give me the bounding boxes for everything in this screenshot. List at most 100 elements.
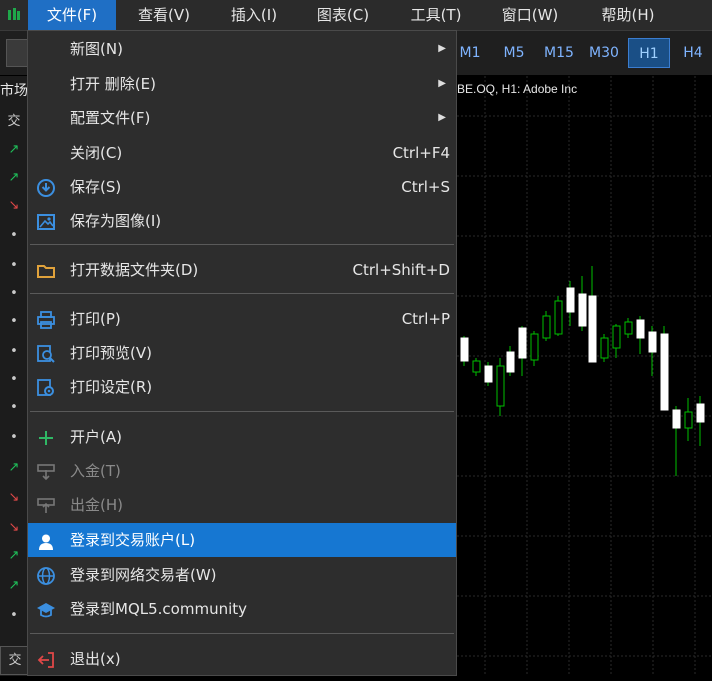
menu-item-label: 打开数据文件夹(D): [70, 261, 199, 279]
menu-item-open-delete[interactable]: 打开 删除(E) ▶: [28, 68, 456, 100]
candle-body: [484, 365, 493, 383]
candle-body: [554, 300, 563, 335]
price-chart[interactable]: [457, 76, 712, 676]
candle-body: [578, 293, 587, 327]
submenu-arrow-icon: ▶: [438, 78, 446, 89]
timeframe-m5[interactable]: M5: [496, 38, 532, 68]
menu-view[interactable]: 查看(V): [116, 0, 212, 30]
shortcut-label: Ctrl+P: [401, 310, 450, 328]
timeframe-h1[interactable]: H1: [628, 38, 670, 68]
dot-icon: •: [10, 400, 18, 415]
menu-insert[interactable]: 插入(I): [212, 0, 296, 30]
menu-item-label: 配置文件(F): [70, 109, 151, 127]
toolbar-button[interactable]: [6, 39, 28, 67]
dot-icon: •: [10, 608, 18, 623]
menu-item-close[interactable]: 关闭(C) Ctrl+F4: [28, 137, 456, 169]
exit-icon: [36, 649, 56, 669]
menu-file[interactable]: 文件(F): [28, 0, 116, 30]
timeframe-m15[interactable]: M15: [538, 38, 580, 68]
candle-body: [672, 409, 681, 429]
chart-grid: [457, 76, 712, 676]
candles: [460, 266, 705, 476]
timeframe-h4[interactable]: H4: [676, 38, 710, 68]
dot-icon: •: [10, 372, 18, 387]
menu-item-label: 打印(P): [70, 310, 121, 328]
menu-item-login-account[interactable]: 登录到交易账户(L): [28, 523, 456, 557]
menu-item-label: 登录到MQL5.community: [70, 600, 248, 618]
menu-item-open-data-folder[interactable]: 打开数据文件夹(D) Ctrl+Shift+D: [28, 254, 456, 286]
menu-window[interactable]: 窗口(W): [482, 0, 578, 30]
menu-separator: [30, 633, 454, 634]
candle-body: [588, 295, 597, 363]
dot-icon: •: [10, 228, 18, 243]
menu-item-login-mql5[interactable]: 登录到MQL5.community: [28, 593, 456, 625]
file-menu-dropdown: 新图(N) ▶ 打开 删除(E) ▶ 配置文件(F) ▶ 关闭(C) Ctrl+…: [27, 30, 457, 676]
menu-item-open-account[interactable]: 开户(A): [28, 421, 456, 453]
candle-body: [648, 331, 657, 353]
menu-item-label: 打印设定(R): [70, 378, 153, 396]
dot-icon: •: [10, 286, 18, 301]
menu-separator: [30, 293, 454, 294]
candle-body: [660, 333, 669, 411]
candle-body: [506, 351, 515, 373]
folder-icon: [36, 260, 56, 280]
candle-body: [530, 333, 539, 361]
trend-down-icon: ↘: [8, 520, 20, 535]
menu-charts[interactable]: 图表(C): [296, 0, 390, 30]
candle-body: [696, 403, 705, 423]
menu-item-label: 保存为图像(I): [70, 212, 162, 230]
menu-item-login-web[interactable]: 登录到网络交易者(W): [28, 559, 456, 591]
menu-help[interactable]: 帮助(H): [578, 0, 678, 30]
chart-title: BE.OQ, H1: Adobe Inc: [457, 82, 578, 96]
panel-title: 市场: [0, 83, 28, 99]
menu-separator: [30, 411, 454, 412]
candle-body: [496, 365, 505, 407]
candle-body: [600, 337, 609, 359]
chart-canvas: [457, 76, 712, 676]
menu-item-print-setup[interactable]: 打印设定(R): [28, 371, 456, 403]
menu-item-withdraw: 出金(H): [28, 489, 456, 521]
menu-item-save[interactable]: 保存(S) Ctrl+S: [28, 171, 456, 203]
image-icon: [36, 211, 56, 231]
dot-icon: •: [10, 430, 18, 445]
shortcut-label: Ctrl+S: [401, 178, 450, 196]
plus-icon: [36, 427, 56, 447]
dot-icon: •: [10, 258, 18, 273]
menu-item-profiles[interactable]: 配置文件(F) ▶: [28, 102, 456, 134]
shortcut-label: Ctrl+Shift+D: [352, 261, 450, 279]
market-watch-panel: 市场 交 ↗ ↗ ↘ • • • • • • • • ↗ ↘ ↘ ↗ ↗ • 交: [0, 76, 30, 676]
menu-item-label: 新图(N): [70, 40, 123, 58]
panel-header: 交: [7, 114, 21, 129]
timeframe-m1[interactable]: M1: [454, 38, 486, 68]
menu-item-save-image[interactable]: 保存为图像(I): [28, 205, 456, 237]
menu-item-label: 打开 删除(E): [70, 75, 156, 93]
submenu-arrow-icon: ▶: [438, 112, 446, 123]
menu-tools[interactable]: 工具(T): [390, 0, 482, 30]
panel-bottom-tab[interactable]: 交: [0, 646, 30, 675]
trend-down-icon: ↘: [8, 490, 20, 505]
trend-up-icon: ↗: [8, 142, 20, 157]
chart-logo-icon[interactable]: [0, 0, 28, 30]
candle-body: [518, 327, 527, 359]
menu-item-exit[interactable]: 退出(x): [28, 643, 456, 675]
candle-body: [566, 287, 575, 313]
withdraw-icon: [36, 495, 56, 515]
graduation-cap-icon: [36, 599, 56, 619]
print-preview-icon: [36, 343, 56, 363]
menu-item-label: 登录到网络交易者(W): [70, 566, 217, 584]
user-icon: [36, 530, 56, 550]
trend-down-icon: ↘: [8, 198, 20, 213]
trend-up-icon: ↗: [8, 578, 20, 593]
timeframe-m30[interactable]: M30: [584, 38, 624, 68]
menu-item-label: 关闭(C): [70, 144, 123, 162]
printer-icon: [36, 309, 56, 329]
menu-item-label: 打印预览(V): [70, 344, 152, 362]
candle-body: [612, 325, 621, 349]
candle-body: [624, 321, 633, 335]
menu-bar: 文件(F) 查看(V) 插入(I) 图表(C) 工具(T) 窗口(W) 帮助(H…: [0, 0, 712, 31]
candle-body: [472, 360, 481, 373]
menu-item-print-preview[interactable]: 打印预览(V): [28, 337, 456, 369]
menu-item-print[interactable]: 打印(P) Ctrl+P: [28, 303, 456, 335]
menu-item-new-chart[interactable]: 新图(N) ▶: [28, 33, 456, 65]
globe-icon: [36, 565, 56, 585]
